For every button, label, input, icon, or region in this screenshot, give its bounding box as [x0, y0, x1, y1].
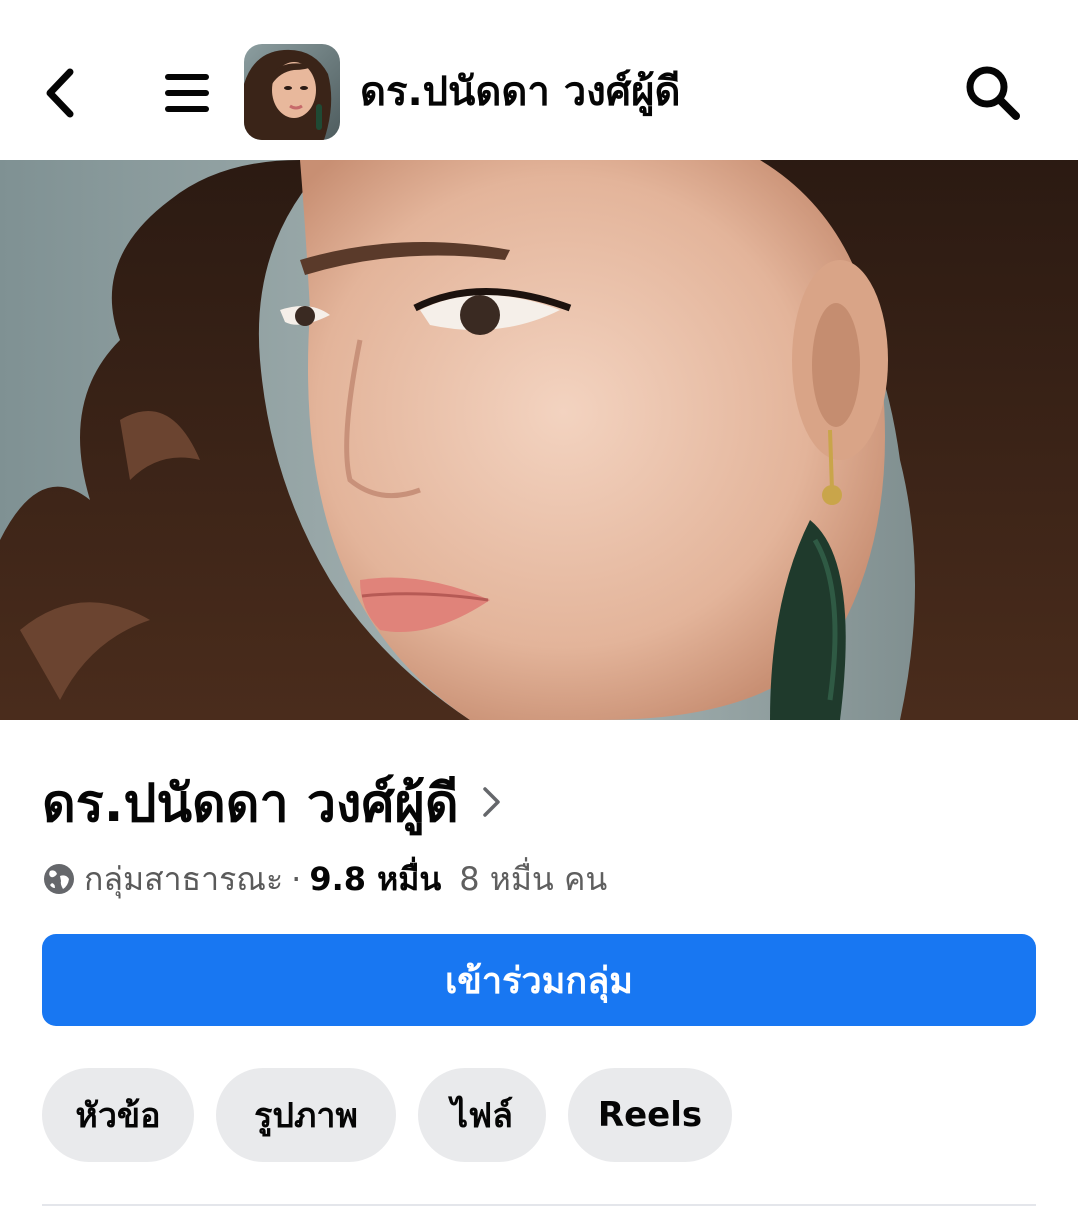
group-name-link[interactable]: ดร.ปนัดดา วงศ์ผู้ดี	[42, 762, 503, 842]
search-button[interactable]	[962, 62, 1024, 124]
group-avatar[interactable]	[244, 44, 340, 140]
search-icon	[966, 66, 1020, 120]
back-button[interactable]	[38, 66, 84, 120]
join-group-button[interactable]: เข้าร่วมกลุ่ม	[42, 934, 1036, 1026]
group-privacy: กลุ่มสาธารณะ	[84, 859, 284, 898]
top-navigation-bar: ดร.ปนัดดา วงศ์ผู้ดี	[0, 0, 1078, 160]
globe-icon	[44, 864, 74, 894]
meta-separator: ·	[291, 860, 302, 898]
tab-files[interactable]: ไฟล์	[418, 1068, 546, 1162]
group-tabs: หัวข้อ รูปภาพ ไฟล์ Reels	[42, 1068, 732, 1162]
member-count[interactable]: 9.8 หมื่น	[309, 854, 441, 905]
menu-button[interactable]	[162, 70, 212, 116]
page-title: ดร.ปนัดดา วงศ์ผู้ดี	[360, 69, 681, 115]
hamburger-menu-icon	[165, 74, 209, 112]
cover-photo[interactable]	[0, 160, 1078, 720]
tab-discussion[interactable]: หัวข้อ	[42, 1068, 194, 1162]
member-count-extra: 8 หมื่น คน	[459, 859, 608, 898]
chevron-right-icon	[482, 787, 500, 817]
divider	[42, 1204, 1036, 1206]
chevron-left-icon	[46, 68, 74, 118]
tab-photos[interactable]: รูปภาพ	[216, 1068, 396, 1162]
tab-reels[interactable]: Reels	[568, 1068, 732, 1162]
group-meta: กลุ่มสาธารณะ · 9.8 หมื่น 8 หมื่น คน	[42, 856, 607, 902]
group-name: ดร.ปนัดดา วงศ์ผู้ดี	[42, 773, 459, 834]
